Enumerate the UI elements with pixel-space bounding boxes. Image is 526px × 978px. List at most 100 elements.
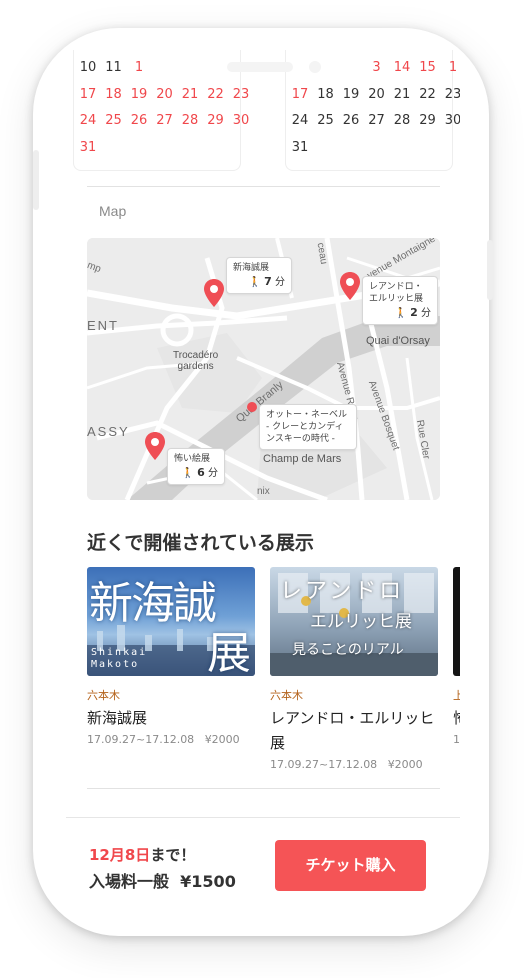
map-label: ENT xyxy=(87,318,119,333)
map-label: nix xyxy=(257,486,270,497)
calendar-day[interactable]: 17 xyxy=(75,87,101,102)
calendar-day[interactable]: 19 xyxy=(126,87,152,102)
marker-name: レアンドロ・ エルリッヒ展 xyxy=(369,282,424,304)
calendar-day[interactable]: 18 xyxy=(101,87,127,102)
exhibition-thumbnail xyxy=(453,567,460,676)
calendar-day[interactable]: 29 xyxy=(203,113,229,128)
app-screen: 10 11 1 17 18 19 20 21 22 23 24 25 26 27 28 29 30 31 3 14 1… xyxy=(66,50,460,910)
exhibition-meta: 17.09.27~17.12.08 ¥2000 xyxy=(87,733,240,746)
calendar-week-row: 17 18 19 20 21 22 23 xyxy=(74,87,274,111)
phone-side-button xyxy=(33,150,39,210)
calendar-day[interactable]: 19 xyxy=(338,87,364,102)
deadline-text: 12月8日まで！ xyxy=(89,844,195,865)
map-label: Trocadéro gardens xyxy=(173,350,219,372)
calendar-day[interactable]: 26 xyxy=(338,113,364,128)
calendar-day[interactable]: 31 xyxy=(75,140,101,155)
calendar-day[interactable]: 20 xyxy=(152,87,178,102)
calendar-day[interactable]: 28 xyxy=(389,113,415,128)
calendar-day[interactable]: 20 xyxy=(364,87,390,102)
divider xyxy=(87,186,440,187)
marker-callout[interactable]: 新海誠展 🚶 7 分 xyxy=(226,257,292,294)
area-label: 六本木 xyxy=(87,689,120,702)
thumbnail-subtitle: 展 xyxy=(207,628,251,676)
calendar-day[interactable]: 24 xyxy=(75,113,101,128)
marker-callout[interactable]: レアンドロ・ エルリッヒ展 🚶 2 分 xyxy=(362,276,438,325)
calendar-day[interactable]: 28 xyxy=(177,113,203,128)
calendar-day[interactable]: 25 xyxy=(101,113,127,128)
exhibition-thumbnail: 新海誠 展 Shinkai Makoto xyxy=(87,567,255,676)
map-pin-icon[interactable] xyxy=(144,431,166,461)
calendar-day[interactable]: 23 xyxy=(228,87,254,102)
marker-name: 新海誠展 xyxy=(233,263,270,273)
marker-name: オットー・ネーベル - クレーとカンディ ンスキーの時代 - xyxy=(266,410,348,444)
exhibition-meta: 17.09.27~17.12.08 ¥2000 xyxy=(270,758,423,771)
marker-callout[interactable]: 怖い絵展 🚶 6 分 xyxy=(167,448,225,485)
calendar-week-row: 17 18 19 20 21 22 23 xyxy=(286,87,460,111)
price-text: 入場料一般 ¥1500 xyxy=(89,868,236,892)
marker-name: 怖い絵展 xyxy=(174,454,211,464)
walk-time: 🚶 6 分 xyxy=(181,466,218,480)
divider xyxy=(87,788,440,789)
speaker-notch xyxy=(227,62,293,72)
calendar-week-row: 31 xyxy=(286,140,460,164)
calendar-month-left: 10 11 1 17 18 19 20 21 22 23 24 25 26 27 28 29 30 31 xyxy=(73,50,249,171)
map-section-label: Map xyxy=(99,203,127,219)
walk-time: 🚶 2 分 xyxy=(394,306,431,320)
calendar-day[interactable]: 17 xyxy=(287,87,313,102)
calendar-day[interactable]: 18 xyxy=(313,87,339,102)
calendar-day[interactable]: 11 xyxy=(101,60,127,75)
price-label: 入場料一般 xyxy=(89,872,170,891)
purchase-bar: 12月8日まで！ 入場料一般 ¥1500 チケット購入 xyxy=(66,817,460,910)
calendar-day[interactable]: 31 xyxy=(287,140,313,155)
calendar-day[interactable]: 22 xyxy=(415,87,441,102)
exhibition-title: 新海誠展 xyxy=(87,709,148,727)
map-view[interactable]: mp ENT Trocadéro gardens ASSY Quai Branl… xyxy=(87,238,440,500)
thumbnail-title: 新海誠 xyxy=(89,578,217,629)
calendar-day[interactable]: 26 xyxy=(126,113,152,128)
map-pin-icon[interactable] xyxy=(203,278,225,308)
phone-side-button xyxy=(487,240,493,300)
calendar-day[interactable]: 1 xyxy=(440,60,460,75)
calendar-day[interactable]: 27 xyxy=(364,113,390,128)
front-camera xyxy=(309,61,321,73)
exhibition-title: レアンドロ・エルリッヒ展 xyxy=(270,709,435,752)
calendar-day[interactable]: 29 xyxy=(415,113,441,128)
map-label: Quai d'Orsay xyxy=(366,335,430,347)
marker-callout[interactable]: オットー・ネーベル - クレーとカンディ ンスキーの時代 - xyxy=(259,404,357,450)
price-value: ¥1500 xyxy=(180,872,236,891)
exhibition-thumbnail: レアンドロ エルリッヒ展 見ることのリアル xyxy=(270,567,438,676)
calendar-day[interactable]: 30 xyxy=(228,113,254,128)
deadline-suffix: まで！ xyxy=(150,846,196,864)
deadline-date: 12月8日 xyxy=(89,846,151,864)
calendar-day[interactable]: 22 xyxy=(203,87,229,102)
calendar-day[interactable]: 14 xyxy=(389,60,415,75)
calendar-day[interactable]: 25 xyxy=(313,113,339,128)
current-location-dot xyxy=(247,402,257,412)
map-pin-icon[interactable] xyxy=(339,271,361,301)
calendar-day[interactable]: 23 xyxy=(440,87,460,102)
calendar-day[interactable]: 30 xyxy=(440,113,460,128)
exhibition-meta: 1 xyxy=(453,733,460,746)
calendar-week-row: 31 xyxy=(74,140,274,164)
area-label: 上 xyxy=(453,689,460,702)
thumbnail-caption: Shinkai Makoto xyxy=(91,647,148,670)
map-label: Champ de Mars xyxy=(263,453,342,465)
calendar-day[interactable]: 3 xyxy=(364,60,390,75)
thumbnail-caption: 見ることのリアル xyxy=(292,642,404,658)
buy-ticket-button[interactable]: チケット購入 xyxy=(275,840,426,891)
calendar-day[interactable]: 1 xyxy=(126,60,152,75)
calendar-day[interactable]: 10 xyxy=(75,60,101,75)
nearby-heading: 近くで開催されている展示 xyxy=(87,532,314,554)
exhibition-title: 怖 xyxy=(453,706,460,731)
calendar-day[interactable]: 21 xyxy=(389,87,415,102)
walk-time: 🚶 7 分 xyxy=(248,275,285,289)
calendar-day[interactable]: 21 xyxy=(177,87,203,102)
area-label: 六本木 xyxy=(270,689,303,702)
thumbnail-title: レアンドロ xyxy=(280,579,405,604)
thumbnail-subtitle: エルリッヒ展 xyxy=(310,612,412,632)
calendar-week-row: 24 25 26 27 28 29 30 xyxy=(74,113,274,137)
calendar-day[interactable]: 15 xyxy=(415,60,441,75)
calendar-day[interactable]: 27 xyxy=(152,113,178,128)
map-label: ASSY xyxy=(87,424,130,439)
calendar-day[interactable]: 24 xyxy=(287,113,313,128)
